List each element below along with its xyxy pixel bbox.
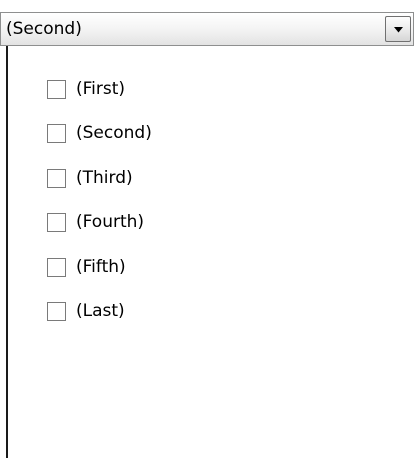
option-second[interactable]: (Second) — [47, 121, 152, 145]
option-label: (First) — [76, 79, 126, 99]
option-label: (Fifth) — [76, 257, 126, 277]
option-third[interactable]: (Third) — [47, 166, 133, 190]
checkbox-first[interactable] — [47, 79, 66, 99]
checkbox-fourth[interactable] — [47, 212, 66, 232]
option-label: (Third) — [76, 168, 133, 188]
option-first[interactable]: (First) — [47, 77, 125, 101]
dropdown-toggle-button[interactable] — [385, 16, 411, 42]
option-label: (Last) — [76, 301, 125, 321]
checkbox-last[interactable] — [47, 301, 66, 321]
dropdown-list[interactable]: (First) (Second) (Third) (Fourth) (Fifth… — [6, 46, 414, 458]
checkbox-second[interactable] — [47, 123, 66, 143]
option-label: (Fourth) — [76, 212, 145, 232]
option-last[interactable]: (Last) — [47, 299, 125, 323]
combo-selected-value: (Second) — [6, 19, 82, 39]
ordinal-combobox[interactable]: (Second) — [0, 12, 414, 46]
option-fourth[interactable]: (Fourth) — [47, 210, 144, 234]
option-fifth[interactable]: (Fifth) — [47, 255, 126, 279]
chevron-down-icon — [394, 27, 403, 33]
checkbox-third[interactable] — [47, 168, 66, 188]
option-label: (Second) — [76, 123, 152, 143]
checkbox-fifth[interactable] — [47, 257, 66, 277]
